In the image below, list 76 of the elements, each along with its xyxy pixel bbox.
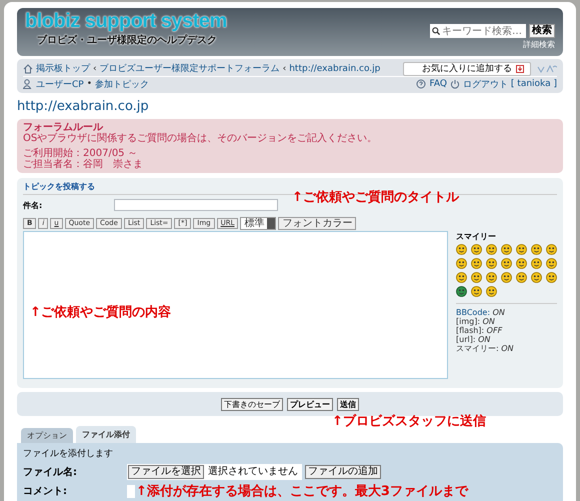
editor-setting: [url]: ON — [456, 335, 490, 344]
rules-text: OSやブラウザに関係するご質問の場合は、そのバージョンをご記入ください。 — [23, 133, 378, 144]
comment-field[interactable] — [127, 484, 135, 498]
breadcrumb-link[interactable]: 掲示板トップ — [36, 62, 90, 75]
smiley-icon[interactable] — [456, 272, 467, 283]
smiley-icon[interactable] — [486, 286, 497, 297]
user-link[interactable]: 参加トピック — [95, 78, 150, 90]
site-subtitle: ブロビズ・ユーザ様限定のヘルプデスク — [37, 33, 217, 47]
field-label: 件名: — [23, 200, 44, 210]
message-field[interactable] — [23, 231, 448, 379]
add-file-button[interactable]: ファイルの追加 — [305, 465, 381, 479]
rules-text: ご担当者名：谷岡 崇さま — [23, 159, 144, 170]
panel-intro: ファイルを添付します — [23, 448, 114, 460]
smiley-icon[interactable] — [516, 258, 527, 269]
advanced-search-link[interactable]: 詳細検索 — [523, 39, 555, 50]
submit-button[interactable]: 下書きのセーブ — [221, 398, 283, 410]
annotation-text: ↑ご依頼やご質問の内容 — [30, 304, 171, 321]
smiley-icon[interactable] — [471, 272, 482, 283]
home-icon — [23, 64, 33, 74]
smiley-icon[interactable] — [531, 272, 542, 283]
user-link[interactable]: ユーザーCP — [36, 78, 84, 90]
smiley-icon[interactable] — [456, 244, 467, 255]
smiley-icon[interactable] — [501, 272, 512, 283]
username-link[interactable]: [ tanioka ] — [510, 79, 557, 89]
file-input[interactable]: ファイルを選択 選択されていません — [127, 464, 302, 480]
tab[interactable]: オプション — [21, 428, 73, 443]
smilies-title: スマイリー — [456, 231, 497, 242]
smiley-icon[interactable] — [501, 244, 512, 255]
submit-button[interactable]: 送信 — [337, 398, 359, 410]
power-icon — [450, 79, 460, 89]
download-icon — [516, 64, 524, 72]
smiley-icon[interactable] — [516, 244, 527, 255]
smiley-icon[interactable] — [486, 258, 497, 269]
faq-link[interactable]: FAQ — [429, 79, 447, 89]
annotation-text: ↑ブロビズスタッフに送信 — [332, 412, 486, 430]
rules-text: ご利用開始：2007/05 ～ — [23, 148, 139, 159]
smiley-icon[interactable] — [531, 244, 542, 255]
breadcrumb-link[interactable]: http://exabrain.co.jp — [289, 64, 380, 74]
tab[interactable]: ファイル添付 — [76, 426, 136, 443]
logout-link[interactable]: ログアウト — [462, 78, 508, 90]
smiley-icon[interactable] — [546, 244, 557, 255]
bullet-separator: • — [86, 79, 92, 89]
smiley-icon[interactable] — [471, 286, 482, 297]
editor-setting: [flash]: OFF — [456, 326, 502, 335]
search-button[interactable]: 検索 — [529, 24, 555, 38]
smiley-icon[interactable] — [486, 244, 497, 255]
help-icon — [416, 79, 426, 89]
smiley-icon[interactable] — [531, 258, 542, 269]
smiley-icon[interactable] — [456, 286, 467, 297]
user-icon — [23, 79, 33, 89]
smiley-icon[interactable] — [471, 258, 482, 269]
smiley-icon[interactable] — [486, 272, 497, 283]
smiley-icon[interactable] — [471, 244, 482, 255]
smiley-icon[interactable] — [456, 258, 467, 269]
annotation-text: ↑添付が存在する場合は、ここです。最大3ファイルまで — [136, 483, 468, 500]
format-button[interactable]: フォントカラー — [278, 217, 356, 230]
breadcrumb-link[interactable]: ブロビズユーザー様限定サポートフォーラム — [100, 62, 280, 75]
smiley-icon[interactable] — [546, 272, 557, 283]
rules-title: フォーラムルール — [23, 122, 104, 133]
subject-field[interactable] — [114, 199, 278, 211]
submit-button[interactable]: プレビュー — [287, 398, 333, 410]
bookmark-button[interactable]: お気に入りに追加する — [403, 62, 531, 76]
page-title[interactable]: http://exabrain.co.jp — [17, 99, 563, 114]
breadcrumb-separator: ‹ — [93, 64, 97, 74]
field-label: ファイル名: — [23, 466, 78, 479]
smiley-icon[interactable] — [501, 258, 512, 269]
smiley-icon[interactable] — [546, 258, 557, 269]
font-size-dropdown[interactable]: 標準 — [240, 217, 276, 230]
editor-setting: スマイリー: ON — [456, 344, 514, 353]
editor-setting: [img]: ON — [456, 317, 495, 326]
editor-setting: BBCode: ON — [456, 308, 505, 317]
search-icon — [432, 27, 440, 35]
search-field[interactable]: キーワード検索… — [430, 24, 526, 38]
breadcrumb-separator: ‹ — [282, 64, 286, 74]
smiley-icon[interactable] — [516, 272, 527, 283]
field-label: コメント: — [23, 485, 68, 498]
